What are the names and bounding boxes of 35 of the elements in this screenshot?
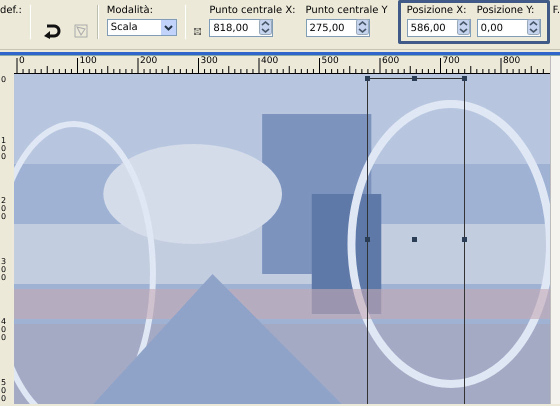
ruler-number: 400 bbox=[261, 56, 278, 66]
ruler-number: 600 bbox=[382, 56, 400, 66]
spinner-icon[interactable] bbox=[526, 18, 540, 34]
ruler-number: 500 bbox=[1, 378, 8, 402]
ruler-number: 800 bbox=[503, 56, 520, 66]
number-field[interactable]: 0,00 bbox=[476, 19, 541, 37]
spinner-icon[interactable] bbox=[356, 18, 369, 34]
field-label: Posizione X: bbox=[406, 5, 468, 17]
chevron-icon bbox=[164, 24, 173, 30]
ruler-number: 200 bbox=[1, 197, 8, 221]
ruler-number: 700 bbox=[442, 56, 460, 66]
ruler-number: 500 bbox=[322, 56, 339, 66]
number-field[interactable]: 586,00 bbox=[406, 19, 471, 37]
ruler-number: 300 bbox=[1, 258, 8, 282]
field-label: F. bbox=[552, 5, 560, 17]
ruler-number: 0 bbox=[1, 76, 8, 84]
ruler-number: 200 bbox=[140, 56, 158, 66]
scrollbar[interactable] bbox=[550, 56, 560, 404]
ruler-number: 300 bbox=[200, 56, 218, 66]
rotate-arrow-icon[interactable] bbox=[43, 23, 62, 39]
spinner-icon[interactable] bbox=[259, 18, 272, 34]
ruler-number: 100 bbox=[80, 56, 97, 66]
field-label: Modalità: bbox=[106, 5, 154, 17]
spinner-icon[interactable] bbox=[456, 18, 470, 34]
ruler-number: 400 bbox=[1, 318, 8, 342]
field-label: Punto centrale X: bbox=[209, 5, 296, 17]
field-label: def.: bbox=[0, 5, 22, 17]
ruler-number: 0 bbox=[19, 56, 25, 66]
number-field[interactable]: 275,00 bbox=[306, 19, 370, 37]
field-label: Punto centrale Y bbox=[306, 5, 388, 17]
mode-dropdown[interactable]: Scala bbox=[106, 19, 177, 36]
selection-box[interactable] bbox=[367, 78, 465, 404]
field-label: Posizione Y: bbox=[476, 5, 536, 17]
number-field[interactable]: 818,00 bbox=[209, 19, 274, 37]
ruler-number: 100 bbox=[1, 136, 8, 160]
